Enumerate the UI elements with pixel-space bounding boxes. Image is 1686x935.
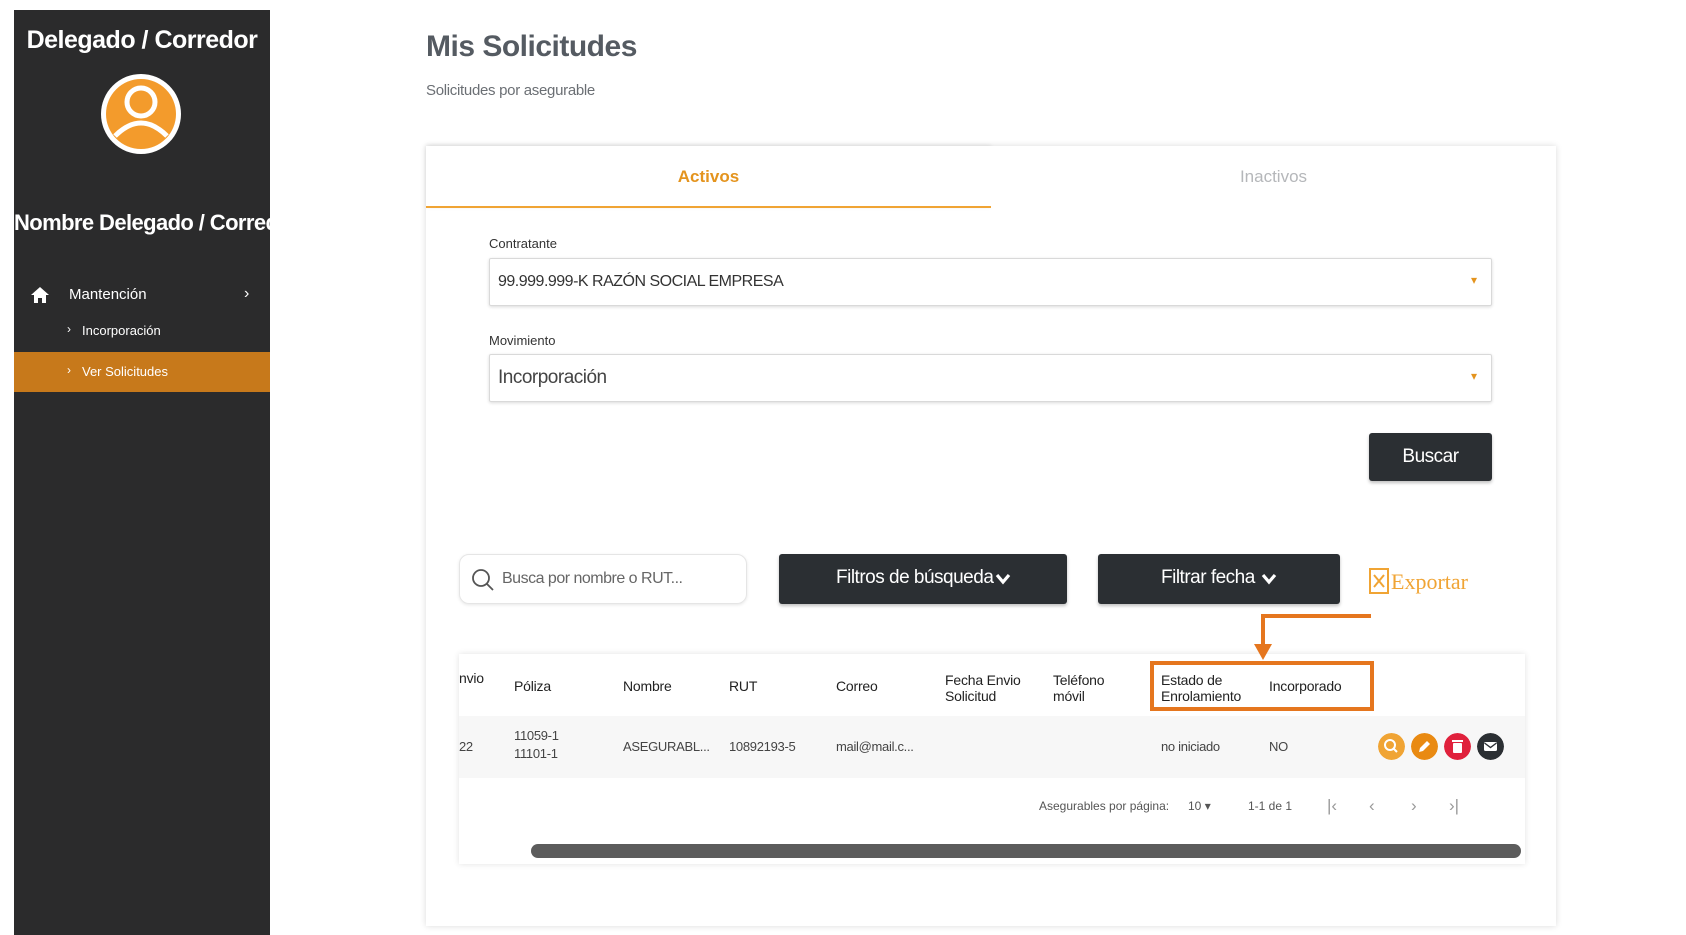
last-page-icon[interactable]: ›| (1449, 796, 1459, 816)
chevron-down-icon: ▾ (1470, 273, 1477, 287)
header-envio: nvio (459, 670, 484, 686)
filtrar-fecha-button[interactable]: Filtrar fecha (1098, 554, 1340, 604)
buscar-button[interactable]: Buscar (1369, 433, 1492, 481)
contratante-value: 99.999.999-K RAZÓN SOCIAL EMPRESA (498, 273, 784, 290)
tab-activos[interactable]: Activos (426, 146, 991, 208)
cell-correo: mail@mail.c... (836, 739, 914, 754)
cell-incorporado: NO (1269, 739, 1288, 754)
filtros-busqueda-label: Filtros de búsqueda (836, 567, 994, 588)
edit-pencil-icon[interactable] (1411, 733, 1438, 760)
cell-envio: 22 (459, 739, 473, 754)
sidebar-role-title: Delegado / Corredor (26, 26, 258, 54)
prev-page-icon[interactable]: ‹ (1369, 796, 1375, 816)
header-nombre: Nombre (623, 678, 672, 694)
contratante-select[interactable]: 99.999.999-K RAZÓN SOCIAL EMPRESA ▾ (489, 258, 1492, 306)
cell-poliza-line1: 11059-1 (514, 728, 559, 743)
chevron-right-icon: › (67, 363, 71, 377)
user-avatar-icon (101, 74, 181, 154)
cell-estado: no iniciado (1161, 739, 1220, 754)
header-rut: RUT (729, 678, 758, 694)
excel-icon (1369, 568, 1389, 594)
movimiento-label: Movimiento (489, 333, 556, 348)
search-icon (472, 569, 494, 591)
header-telefono: Teléfono móvil (1053, 672, 1105, 704)
sidebar-user-name: Nombre Delegado / Corredor (14, 210, 300, 235)
header-correo: Correo (836, 678, 878, 694)
home-icon (31, 287, 49, 303)
filtros-busqueda-button[interactable]: Filtros de búsqueda (779, 554, 1067, 604)
view-search-icon[interactable] (1378, 733, 1405, 760)
sidebar-item-incorporacion[interactable]: › Incorporación (14, 311, 270, 351)
chevron-down-icon (1261, 573, 1277, 585)
header-fecha-envio-line1: Fecha Envio (945, 672, 1021, 688)
next-page-icon[interactable]: › (1411, 796, 1417, 816)
search-placeholder: Busca por nombre o RUT... (502, 570, 683, 587)
cell-poliza: 11059-1 11101-1 (514, 727, 559, 763)
annotation-arrow-line (1261, 614, 1371, 618)
chevron-right-icon: › (244, 285, 250, 302)
chevron-down-icon (995, 573, 1011, 585)
per-page-label: Asegurables por página: (1039, 799, 1170, 813)
page-subtitle: Solicitudes por asegurable (426, 82, 595, 99)
header-telefono-line2: móvil (1053, 688, 1085, 704)
cell-rut: 10892193-5 (729, 739, 796, 754)
header-telefono-line1: Teléfono (1053, 672, 1105, 688)
horizontal-scrollbar[interactable] (531, 844, 1521, 858)
chevron-right-icon: › (67, 322, 71, 336)
sidebar-item-label: Ver Solicitudes (82, 364, 168, 379)
movimiento-select[interactable]: Incorporación ▾ (489, 354, 1492, 402)
sidebar-item-label: Mantención (69, 286, 147, 303)
app-root: Delegado / Corredor Nombre Delegado / Co… (0, 0, 1686, 935)
movimiento-value: Incorporación (498, 367, 607, 388)
delete-trash-icon[interactable] (1444, 733, 1471, 760)
contratante-label: Contratante (489, 236, 557, 251)
per-page-select[interactable]: 10 ▾ (1188, 799, 1211, 813)
sidebar: Delegado / Corredor Nombre Delegado / Co… (14, 10, 300, 935)
filtrar-fecha-label: Filtrar fecha (1161, 567, 1255, 588)
header-fecha-envio-line2: Solicitud (945, 688, 997, 704)
mail-icon[interactable] (1477, 733, 1504, 760)
sidebar-item-ver-solicitudes[interactable]: › Ver Solicitudes (14, 352, 270, 392)
search-input[interactable]: Busca por nombre o RUT... (459, 554, 747, 604)
sidebar-item-mantencion[interactable]: Mantención › (14, 280, 270, 310)
table-row[interactable]: 22 11059-1 11101-1 ASEGURABL... 10892193… (459, 716, 1525, 778)
first-page-icon[interactable]: |‹ (1327, 796, 1337, 816)
chevron-down-icon: ▾ (1470, 369, 1477, 383)
header-fecha-envio: Fecha Envio Solicitud (945, 672, 1021, 704)
sidebar-item-label: Incorporación (82, 323, 161, 338)
annotation-arrow-head (1254, 644, 1272, 660)
per-page-value: 10 (1188, 799, 1202, 813)
annotation-highlight-box (1150, 661, 1374, 711)
page-title: Mis Solicitudes (426, 30, 637, 63)
exportar-label: Exportar (1391, 569, 1468, 594)
solicitudes-card: Activos Inactivos Contratante 99.999.999… (426, 146, 1556, 926)
page-range: 1-1 de 1 (1248, 799, 1293, 813)
cell-nombre: ASEGURABL... (623, 739, 710, 754)
caret-down-icon: ▾ (1204, 799, 1211, 813)
annotation-arrow-stem (1261, 614, 1265, 646)
cell-poliza-line2: 11101-1 (514, 746, 558, 761)
tab-inactivos[interactable]: Inactivos (991, 146, 1556, 208)
header-poliza: Póliza (514, 678, 551, 694)
